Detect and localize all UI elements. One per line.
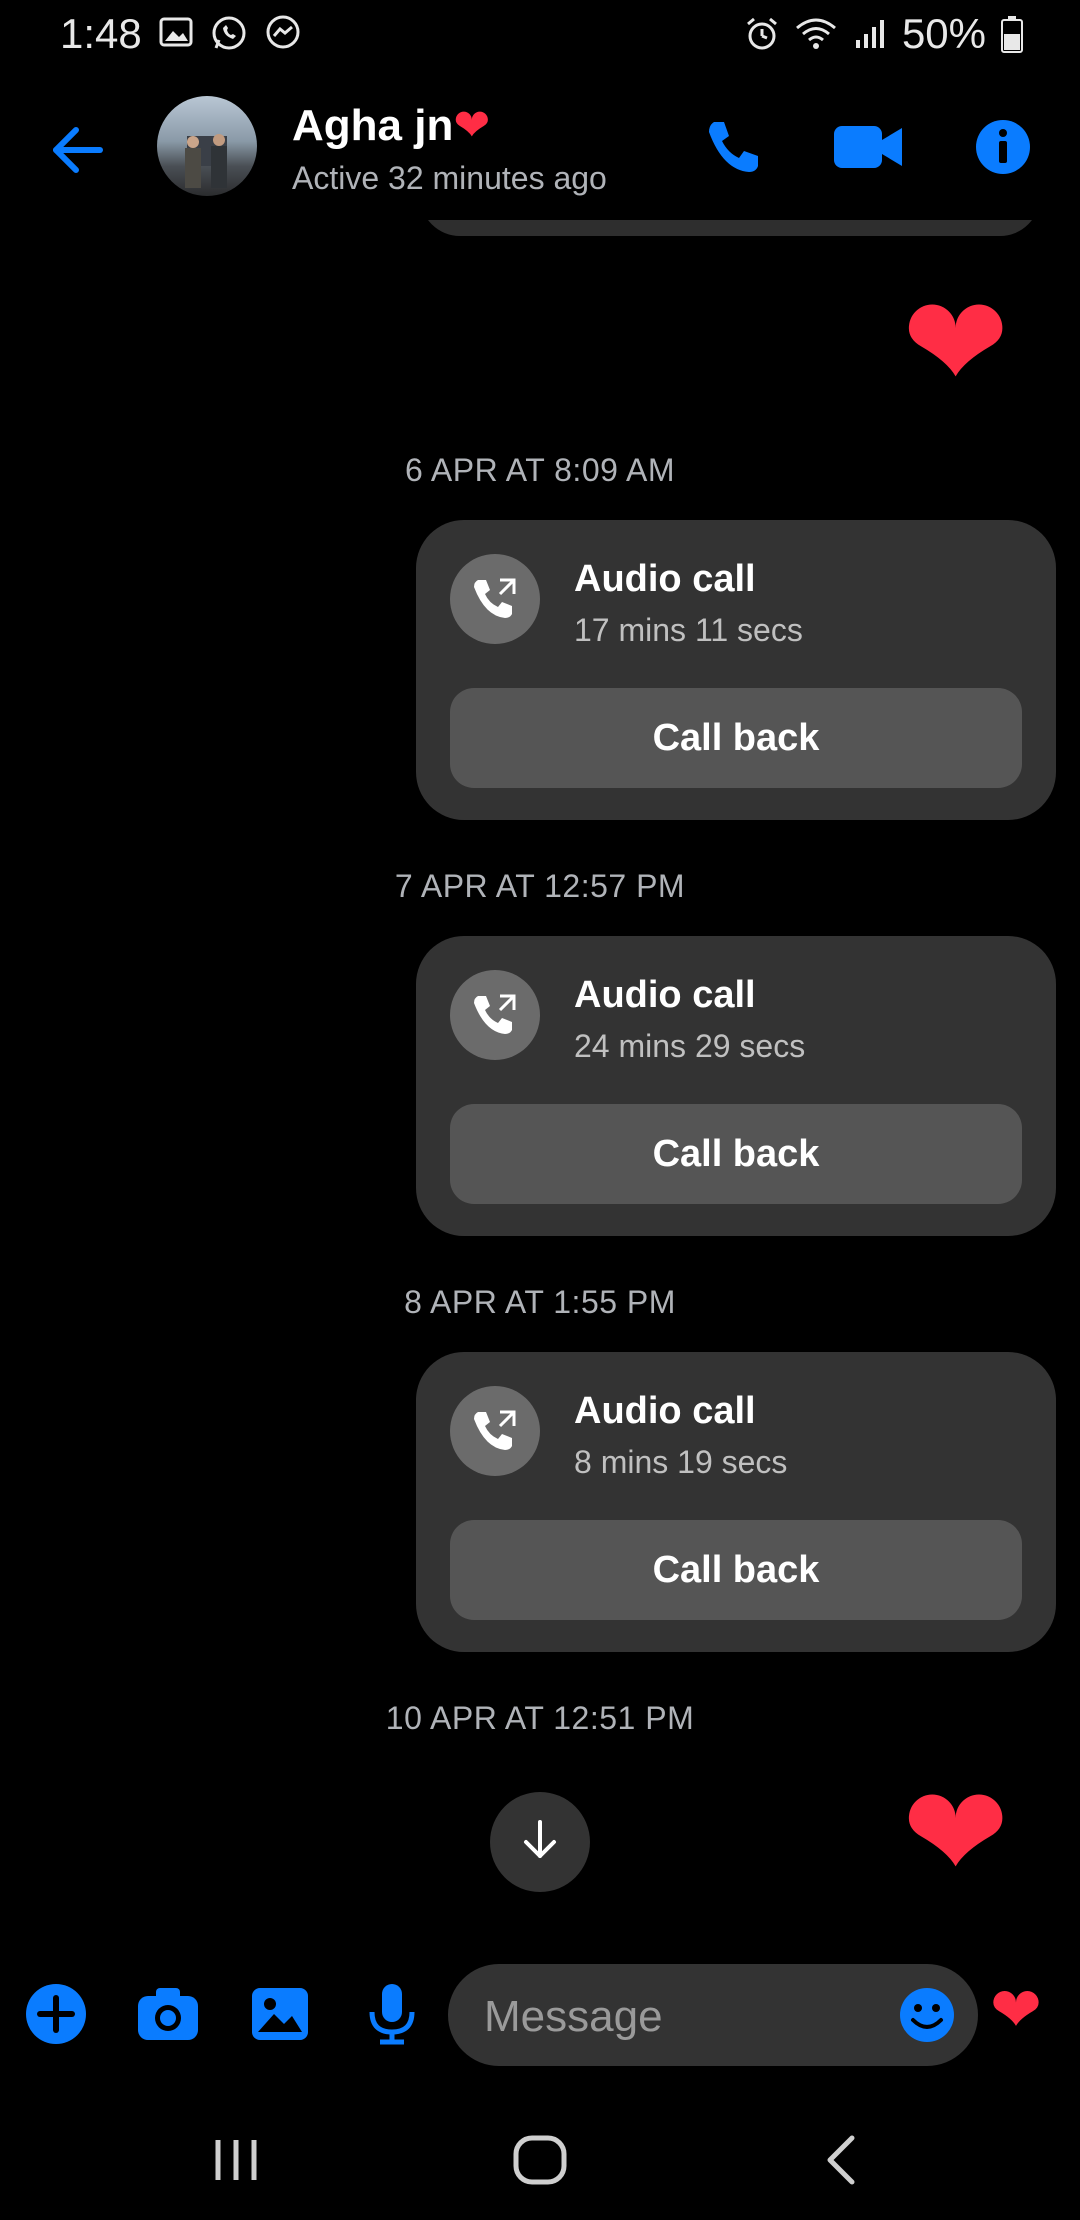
back-arrow-icon[interactable] bbox=[48, 120, 108, 185]
call-back-button[interactable]: Call back bbox=[450, 1104, 1022, 1204]
outgoing-call-icon bbox=[450, 1386, 540, 1476]
active-status: Active 32 minutes ago bbox=[292, 160, 607, 196]
call-duration: 8 mins 19 secs bbox=[574, 1444, 788, 1480]
call-duration: 17 mins 11 secs bbox=[574, 612, 803, 648]
message-composer: Message ❤ bbox=[0, 1960, 1080, 2070]
heart-reaction[interactable]: ❤ bbox=[902, 280, 1009, 408]
conversation-header: Agha jn❤ Active 32 minutes ago bbox=[0, 80, 1080, 220]
contact-name[interactable]: Agha jn❤ bbox=[292, 100, 490, 151]
message-timestamp: 7 APR AT 12:57 PM bbox=[394, 868, 686, 904]
audio-call-card: Audio call 8 mins 19 secs Call back bbox=[416, 1352, 1056, 1652]
microphone-icon[interactable] bbox=[360, 1982, 424, 2051]
status-time: 1:48 bbox=[60, 10, 142, 57]
gallery-icon bbox=[158, 14, 194, 52]
call-duration: 24 mins 29 secs bbox=[574, 1028, 806, 1064]
whatsapp-icon bbox=[210, 14, 248, 52]
message-timestamp: 6 APR AT 8:09 AM bbox=[404, 452, 676, 488]
message-timestamp: 8 APR AT 1:55 PM bbox=[404, 1284, 676, 1320]
avatar[interactable] bbox=[157, 96, 257, 196]
gallery-icon[interactable] bbox=[248, 1982, 312, 2051]
info-icon[interactable] bbox=[974, 118, 1032, 181]
battery-icon bbox=[1000, 14, 1024, 54]
system-navigation-bar bbox=[0, 2110, 1080, 2220]
send-heart-button[interactable]: ❤ bbox=[990, 1980, 1042, 2042]
battery-percent: 50% bbox=[901, 10, 986, 57]
plus-icon[interactable] bbox=[24, 1982, 88, 2051]
call-back-button[interactable]: Call back bbox=[450, 1520, 1022, 1620]
call-title: Audio call bbox=[574, 1390, 756, 1432]
scroll-to-bottom-button[interactable] bbox=[490, 1792, 590, 1892]
outgoing-call-icon bbox=[450, 554, 540, 644]
call-title: Audio call bbox=[574, 558, 756, 600]
phone-call-icon[interactable] bbox=[700, 116, 764, 185]
alarm-icon bbox=[744, 16, 780, 52]
back-icon[interactable] bbox=[812, 2130, 872, 2195]
call-title: Audio call bbox=[574, 974, 756, 1016]
messenger-icon bbox=[264, 14, 302, 52]
status-bar: 1:48 50% bbox=[0, 0, 1080, 70]
camera-icon[interactable] bbox=[136, 1982, 200, 2051]
video-call-icon[interactable] bbox=[832, 120, 904, 179]
emoji-icon[interactable] bbox=[898, 1986, 956, 2049]
message-input[interactable]: Message bbox=[448, 1964, 978, 2066]
message-timestamp: 10 APR AT 12:51 PM bbox=[385, 1700, 695, 1736]
home-icon[interactable] bbox=[510, 2130, 570, 2195]
call-back-button[interactable]: Call back bbox=[450, 688, 1022, 788]
heart-emoji: ❤ bbox=[453, 101, 491, 150]
arrow-down-icon bbox=[520, 1818, 560, 1867]
recent-apps-icon[interactable] bbox=[206, 2130, 266, 2195]
heart-reaction[interactable]: ❤ bbox=[902, 1770, 1009, 1898]
message-placeholder: Message bbox=[484, 1992, 663, 2041]
outgoing-call-icon bbox=[450, 970, 540, 1060]
wifi-icon bbox=[794, 16, 838, 52]
signal-icon bbox=[852, 16, 888, 52]
audio-call-card: Audio call 24 mins 29 secs Call back bbox=[416, 936, 1056, 1236]
audio-call-card: Audio call 17 mins 11 secs Call back bbox=[416, 520, 1056, 820]
